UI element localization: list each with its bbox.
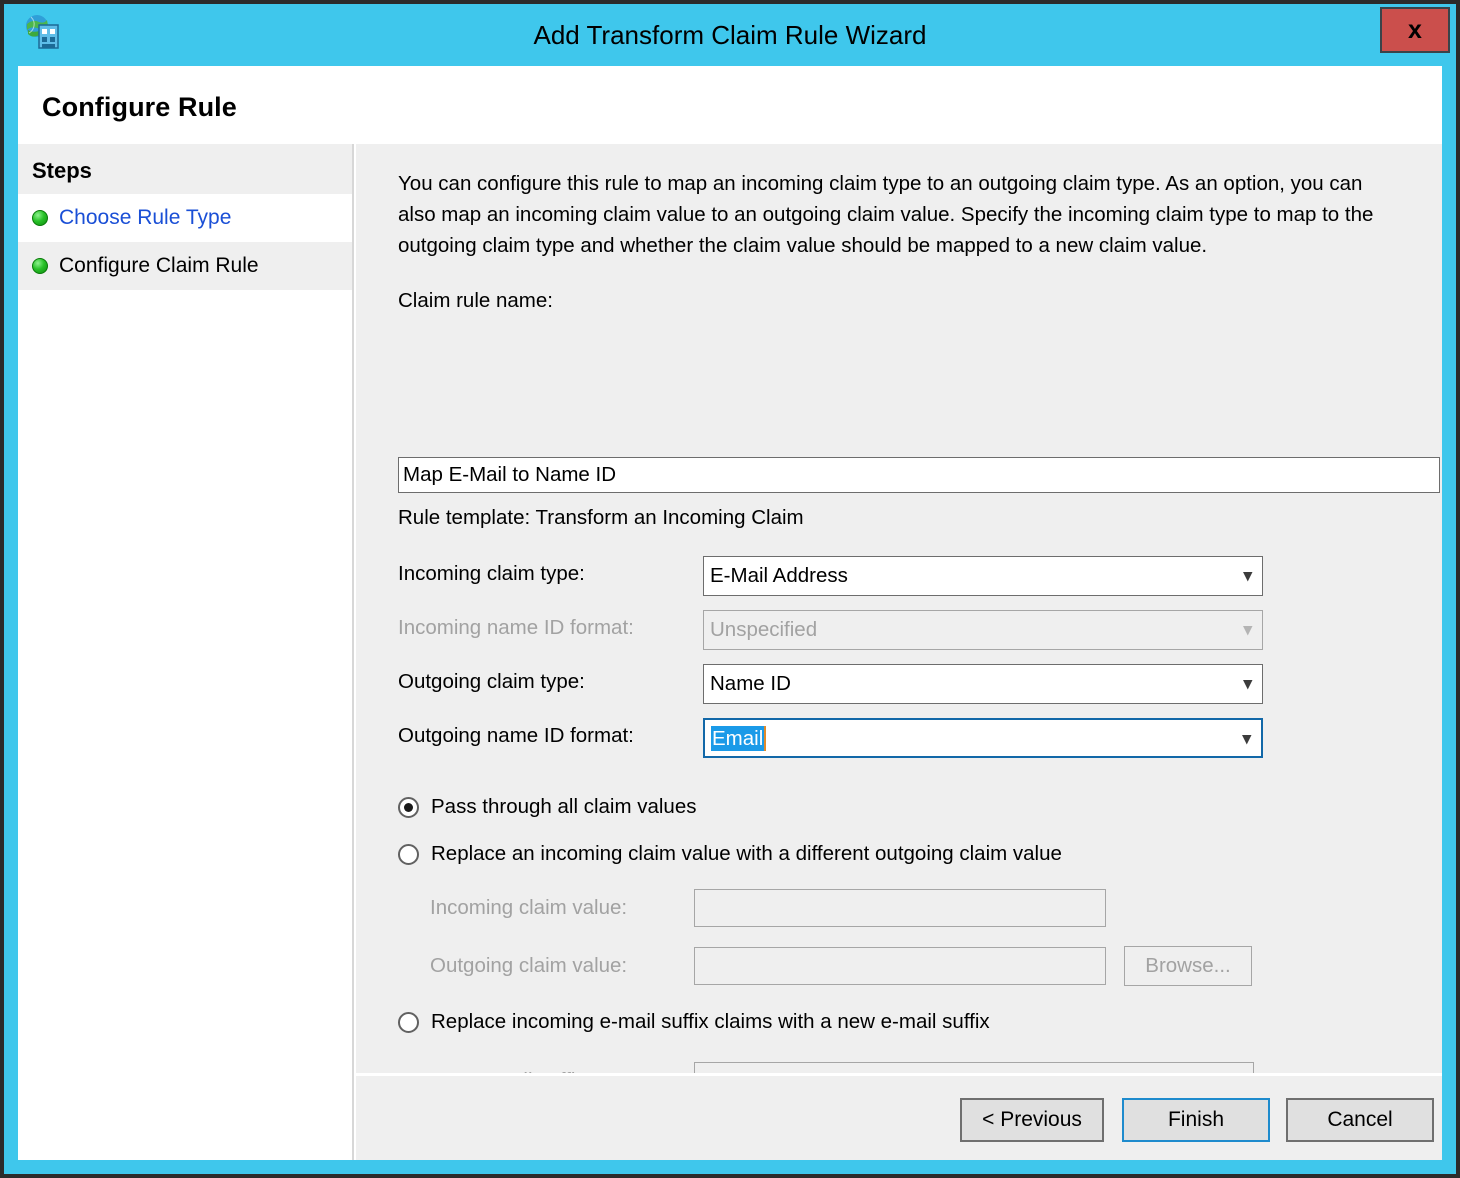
- replace-claim-value-label: Replace an incoming claim value with a d…: [431, 842, 1062, 865]
- rule-template-text: Rule template: Transform an Incoming Cla…: [398, 506, 804, 529]
- outgoing-claim-value-input: [694, 947, 1106, 985]
- outgoing-claim-value-label: Outgoing claim value:: [430, 954, 628, 977]
- finish-button[interactable]: Finish: [1122, 1098, 1270, 1142]
- steps-heading: Steps: [18, 144, 352, 194]
- browse-button: Browse...: [1124, 946, 1252, 986]
- outgoing-claim-type-dropdown[interactable]: Name ID ▾: [703, 664, 1263, 704]
- step-complete-icon: [32, 210, 48, 226]
- window-title: Add Transform Claim Rule Wizard: [533, 20, 927, 50]
- previous-button[interactable]: < Previous: [960, 1098, 1104, 1142]
- incoming-claim-value-label: Incoming claim value:: [430, 896, 628, 919]
- page-title: Configure Rule: [42, 92, 237, 122]
- sidebar-item-configure-claim-rule[interactable]: Configure Claim Rule: [18, 242, 352, 290]
- sidebar-item-label: Choose Rule Type: [59, 206, 232, 229]
- outgoing-claim-type-label: Outgoing claim type:: [398, 670, 585, 693]
- incoming-claim-type-dropdown[interactable]: E-Mail Address ▾: [703, 556, 1263, 596]
- incoming-claim-type-label: Incoming claim type:: [398, 562, 585, 585]
- chevron-down-icon: ▾: [1243, 674, 1252, 693]
- description-text: You can configure this rule to map an in…: [398, 172, 1374, 257]
- title-bar: Add Transform Claim Rule Wizard x: [4, 4, 1456, 66]
- main-panel: You can configure this rule to map an in…: [356, 144, 1442, 1160]
- page-header: Configure Rule: [18, 66, 1442, 144]
- step-current-icon: [32, 258, 48, 274]
- outgoing-name-id-format-value: Email: [711, 726, 767, 751]
- claim-rule-name-label: Claim rule name:: [398, 289, 553, 312]
- radio-icon[interactable]: [398, 843, 419, 865]
- outgoing-name-id-format-dropdown[interactable]: Email ▾: [703, 718, 1263, 758]
- sidebar-item-choose-rule-type[interactable]: Choose Rule Type: [18, 194, 352, 242]
- sidebar-item-label: Configure Claim Rule: [59, 254, 259, 277]
- button-bar: < Previous Finish Cancel: [356, 1076, 1442, 1160]
- pass-through-label: Pass through all claim values: [431, 795, 697, 818]
- chevron-down-icon: ▾: [1242, 729, 1251, 748]
- replace-email-suffix-radio-row[interactable]: Replace incoming e-mail suffix claims wi…: [398, 1010, 990, 1034]
- incoming-name-id-format-value: Unspecified: [710, 618, 818, 641]
- pass-through-radio-row[interactable]: Pass through all claim values: [398, 795, 697, 819]
- radio-icon[interactable]: [398, 1011, 419, 1033]
- outgoing-claim-type-row: Outgoing claim type: Name ID ▾: [398, 664, 1402, 704]
- dialog-window: Add Transform Claim Rule Wizard x Config…: [4, 4, 1456, 1174]
- outgoing-claim-type-value: Name ID: [710, 672, 791, 695]
- replace-email-suffix-label: Replace incoming e-mail suffix claims wi…: [431, 1010, 990, 1033]
- incoming-claim-type-row: Incoming claim type: E-Mail Address ▾: [398, 556, 1402, 596]
- incoming-name-id-format-row: Incoming name ID format: Unspecified ▾: [398, 610, 1402, 650]
- close-button[interactable]: x: [1380, 7, 1450, 53]
- outgoing-name-id-format-value-wrap: Email: [711, 720, 767, 758]
- incoming-claim-type-value: E-Mail Address: [710, 564, 848, 587]
- new-email-suffix-input: [694, 1062, 1254, 1073]
- chevron-down-icon: ▾: [1243, 566, 1252, 585]
- chevron-down-icon: ▾: [1243, 620, 1252, 639]
- incoming-name-id-format-label: Incoming name ID format:: [398, 616, 634, 639]
- cancel-button[interactable]: Cancel: [1286, 1098, 1434, 1142]
- incoming-name-id-format-dropdown: Unspecified ▾: [703, 610, 1263, 650]
- radio-icon[interactable]: [398, 796, 419, 818]
- outgoing-name-id-format-row: Outgoing name ID format: Email ▾: [398, 718, 1402, 758]
- claim-rule-name-input[interactable]: [398, 457, 1440, 493]
- incoming-claim-value-input: [694, 889, 1106, 927]
- outgoing-name-id-format-label: Outgoing name ID format:: [398, 724, 634, 747]
- steps-sidebar: Steps Choose Rule Type Configure Claim R…: [18, 144, 354, 1160]
- form-content: You can configure this rule to map an in…: [356, 144, 1442, 1076]
- replace-claim-value-radio-row[interactable]: Replace an incoming claim value with a d…: [398, 842, 1062, 866]
- dialog-client-area: Configure Rule Steps Choose Rule Type Co…: [18, 66, 1442, 1160]
- new-email-suffix-label: New e-mail suffix:: [430, 1069, 591, 1073]
